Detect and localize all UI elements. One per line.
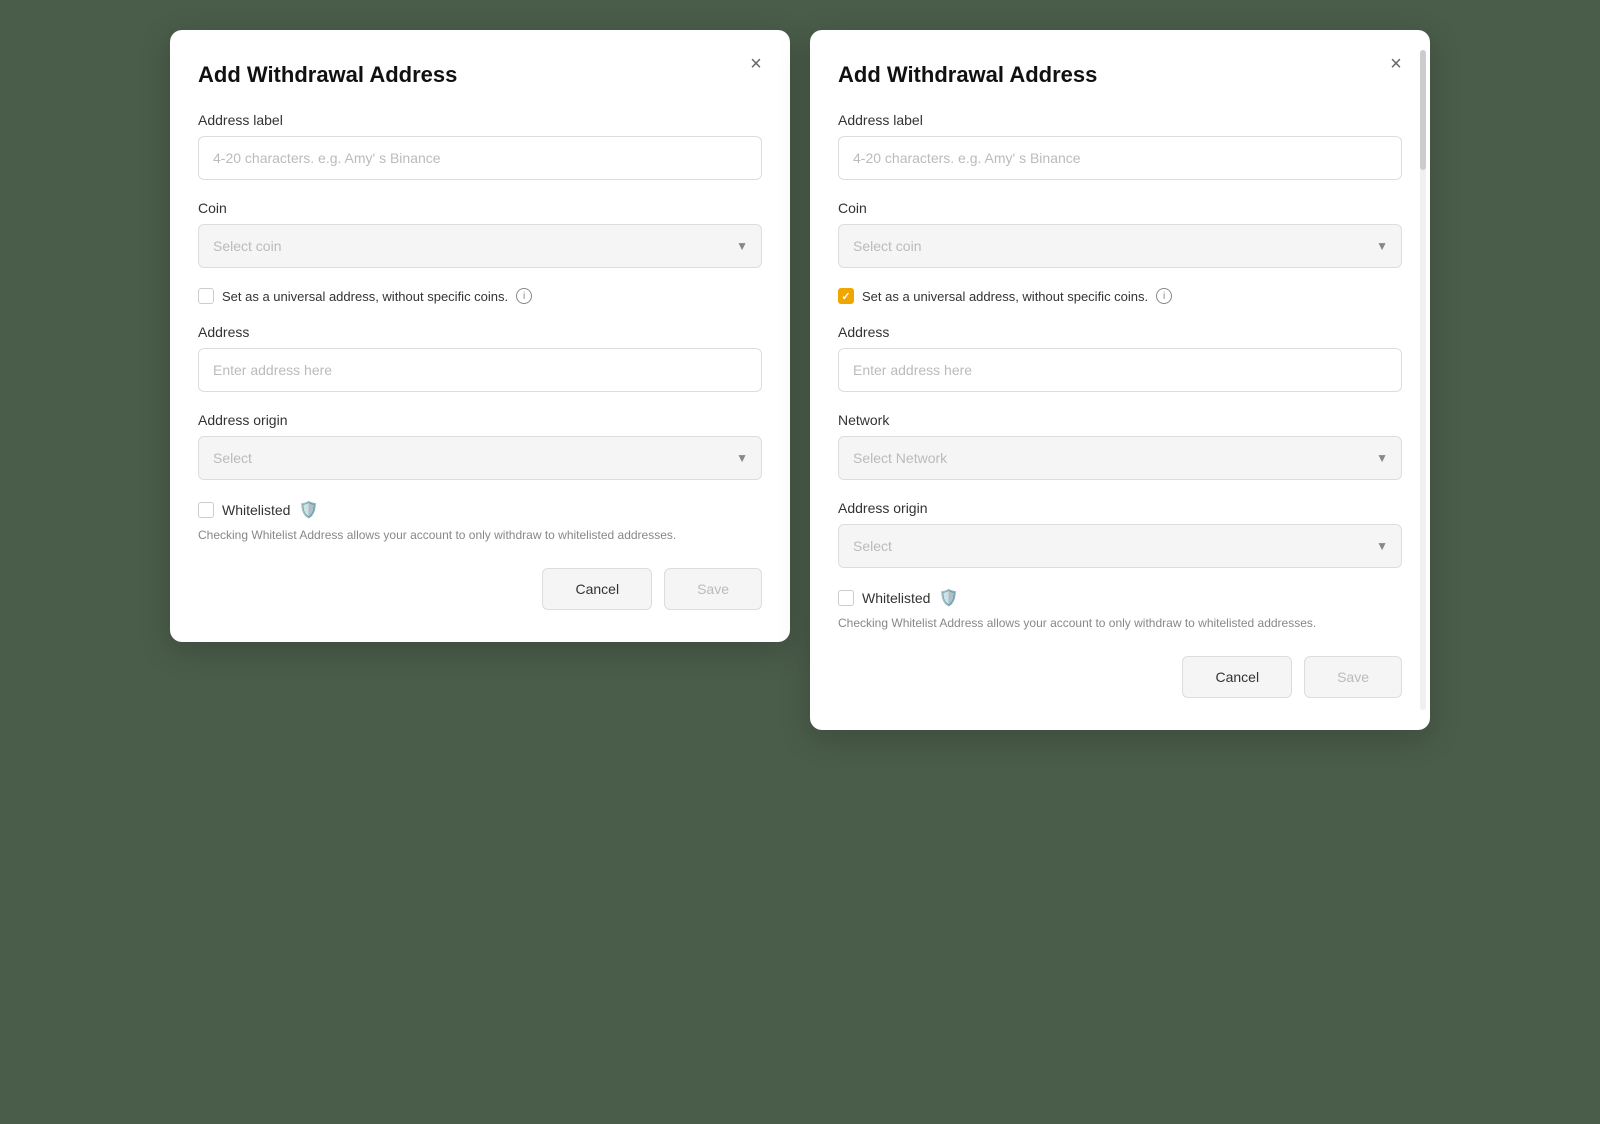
right-modal-title: Add Withdrawal Address xyxy=(838,62,1402,88)
right-address-origin-group: Address origin Select ▼ xyxy=(838,500,1402,568)
right-coin-select[interactable]: Select coin xyxy=(838,224,1402,268)
left-address-label: Address xyxy=(198,324,762,340)
left-coin-select-wrapper: Select coin ▼ xyxy=(198,224,762,268)
right-network-group: Network Select Network ▼ xyxy=(838,412,1402,480)
left-address-group: Address xyxy=(198,324,762,392)
right-address-label-label: Address label xyxy=(838,112,1402,128)
left-address-input[interactable] xyxy=(198,348,762,392)
right-whitelist-section: Whitelisted 🛡️ Checking Whitelist Addres… xyxy=(838,588,1402,632)
right-address-origin-label: Address origin xyxy=(838,500,1402,516)
right-address-input[interactable] xyxy=(838,348,1402,392)
right-network-label: Network xyxy=(838,412,1402,428)
left-address-label-group: Address label xyxy=(198,112,762,180)
left-info-icon[interactable]: i xyxy=(516,288,532,304)
left-address-origin-select[interactable]: Select xyxy=(198,436,762,480)
right-coin-group: Coin Select coin ▼ xyxy=(838,200,1402,268)
right-address-label-group: Address label xyxy=(838,112,1402,180)
left-save-button[interactable]: Save xyxy=(664,568,762,610)
left-coin-select[interactable]: Select coin xyxy=(198,224,762,268)
right-network-select-wrapper: Select Network ▼ xyxy=(838,436,1402,480)
left-address-label-input[interactable] xyxy=(198,136,762,180)
right-universal-label: Set as a universal address, without spec… xyxy=(862,289,1148,304)
left-cancel-button[interactable]: Cancel xyxy=(542,568,652,610)
right-cancel-button[interactable]: Cancel xyxy=(1182,656,1292,698)
left-modal-title: Add Withdrawal Address xyxy=(198,62,762,88)
right-modal: Add Withdrawal Address × Address label C… xyxy=(810,30,1430,730)
right-info-icon[interactable]: i xyxy=(1156,288,1172,304)
right-save-button[interactable]: Save xyxy=(1304,656,1402,698)
left-whitelist-row: Whitelisted 🛡️ xyxy=(198,500,762,520)
left-whitelist-section: Whitelisted 🛡️ Checking Whitelist Addres… xyxy=(198,500,762,544)
left-modal: Add Withdrawal Address × Address label C… xyxy=(170,30,790,642)
left-address-label-label: Address label xyxy=(198,112,762,128)
right-button-row: Cancel Save xyxy=(838,656,1402,698)
left-coin-group: Coin Select coin ▼ xyxy=(198,200,762,268)
right-whitelist-row: Whitelisted 🛡️ xyxy=(838,588,1402,608)
left-universal-checkbox[interactable] xyxy=(198,288,214,304)
right-address-origin-wrapper: Select ▼ xyxy=(838,524,1402,568)
left-shield-icon: 🛡️ xyxy=(298,500,318,520)
scrollbar-track xyxy=(1420,50,1426,710)
right-address-origin-select[interactable]: Select xyxy=(838,524,1402,568)
right-whitelist-checkbox[interactable] xyxy=(838,590,854,606)
scrollbar-thumb[interactable] xyxy=(1420,50,1426,170)
right-universal-checkbox[interactable] xyxy=(838,288,854,304)
right-coin-label: Coin xyxy=(838,200,1402,216)
right-address-label: Address xyxy=(838,324,1402,340)
right-universal-row: Set as a universal address, without spec… xyxy=(838,288,1402,304)
left-button-row: Cancel Save xyxy=(198,568,762,610)
left-whitelist-checkbox[interactable] xyxy=(198,502,214,518)
right-close-button[interactable]: × xyxy=(1382,50,1410,78)
right-network-select[interactable]: Select Network xyxy=(838,436,1402,480)
left-universal-row: Set as a universal address, without spec… xyxy=(198,288,762,304)
right-address-group: Address xyxy=(838,324,1402,392)
left-whitelist-description: Checking Whitelist Address allows your a… xyxy=(198,526,762,544)
left-close-button[interactable]: × xyxy=(742,50,770,78)
right-whitelist-description: Checking Whitelist Address allows your a… xyxy=(838,614,1402,632)
right-coin-select-wrapper: Select coin ▼ xyxy=(838,224,1402,268)
right-address-label-input[interactable] xyxy=(838,136,1402,180)
right-whitelist-label: Whitelisted xyxy=(862,590,930,606)
left-address-origin-wrapper: Select ▼ xyxy=(198,436,762,480)
left-address-origin-label: Address origin xyxy=(198,412,762,428)
left-universal-label: Set as a universal address, without spec… xyxy=(222,289,508,304)
left-whitelist-label: Whitelisted xyxy=(222,502,290,518)
left-coin-label: Coin xyxy=(198,200,762,216)
right-shield-icon: 🛡️ xyxy=(938,588,958,608)
left-address-origin-group: Address origin Select ▼ xyxy=(198,412,762,480)
